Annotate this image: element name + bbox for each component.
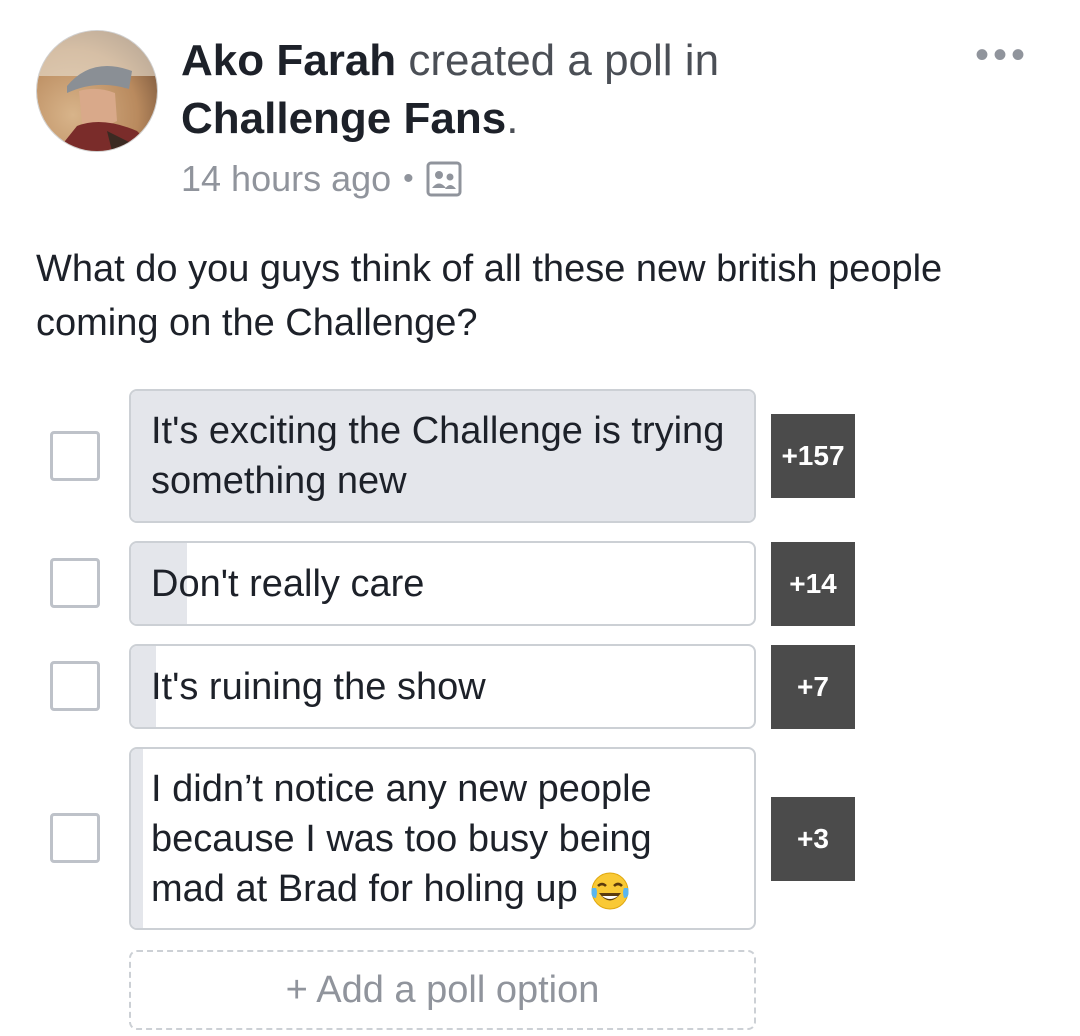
more-options-button[interactable]: ••• <box>975 35 1029 75</box>
author-name[interactable]: Ako Farah <box>181 36 396 85</box>
poll-option-label: Don't really care <box>131 543 754 624</box>
separator: • <box>403 162 414 195</box>
post-action: created a poll in <box>396 36 720 85</box>
poll-option-box[interactable]: I didn’t notice any new people because I… <box>129 747 756 930</box>
timestamp[interactable]: 14 hours ago <box>181 158 391 200</box>
group-name[interactable]: Challenge Fans <box>181 94 506 143</box>
tears-of-joy-emoji-icon <box>588 868 632 912</box>
poll-option-checkbox[interactable] <box>50 558 100 608</box>
poll-option-label: It's exciting the Challenge is trying so… <box>131 391 754 521</box>
poll-option-text: I didn’t notice any new people because I… <box>151 764 734 914</box>
vote-count-button[interactable]: +7 <box>771 645 855 729</box>
poll-option-text: Don't really care <box>151 562 425 605</box>
poll-option-text: It's exciting the Challenge is trying so… <box>151 410 725 502</box>
poll-option-text-content: I didn’t notice any new people because I… <box>151 767 652 910</box>
poll-option-box[interactable]: It's exciting the Challenge is trying so… <box>129 389 756 523</box>
post-meta: 14 hours ago • <box>181 158 462 200</box>
poll-option-checkbox[interactable] <box>50 813 100 863</box>
add-poll-option-button[interactable]: + Add a poll option <box>129 950 756 1030</box>
poll-option-checkbox[interactable] <box>50 431 100 481</box>
poll-question: What do you guys think of all these new … <box>36 248 943 344</box>
vote-count-button[interactable]: +14 <box>771 542 855 626</box>
period: . <box>506 94 519 143</box>
post-header: Ako Farah created a poll in Challenge Fa… <box>181 32 719 148</box>
group-audience-icon <box>426 161 462 197</box>
poll-option-box[interactable]: Don't really care <box>129 541 756 626</box>
avatar[interactable] <box>36 30 158 152</box>
poll-option-label: It's ruining the show <box>131 646 754 727</box>
poll-option-text: It's ruining the show <box>151 665 486 708</box>
poll-option-checkbox[interactable] <box>50 661 100 711</box>
poll-option-label: I didn’t notice any new people because I… <box>131 749 754 928</box>
vote-count-button[interactable]: +157 <box>771 414 855 498</box>
vote-count-button[interactable]: +3 <box>771 797 855 881</box>
poll-option-box[interactable]: It's ruining the show <box>129 644 756 729</box>
